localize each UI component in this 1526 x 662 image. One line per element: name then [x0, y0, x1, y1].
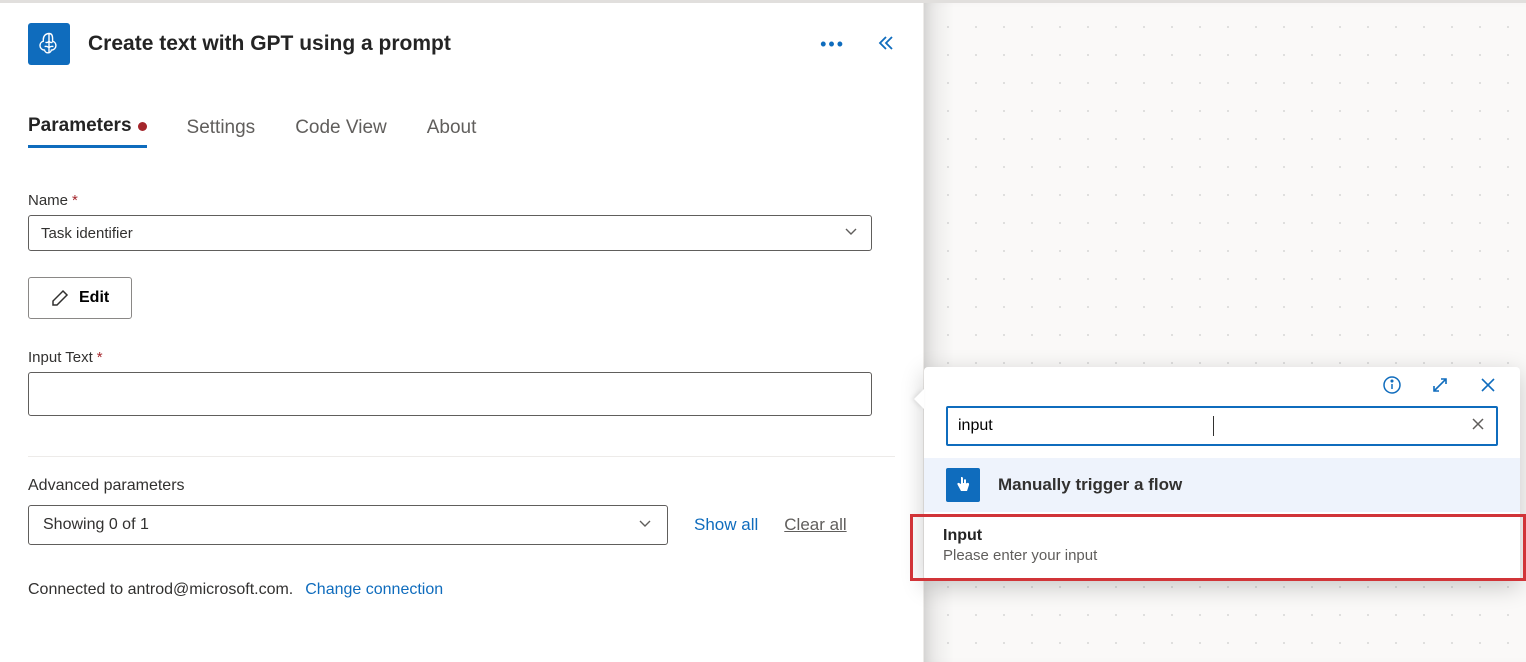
result-subtitle: Please enter your input [943, 547, 1501, 564]
show-all-link[interactable]: Show all [694, 515, 758, 535]
connection-row: Connected to antrod@microsoft.com. Chang… [28, 581, 895, 599]
close-icon[interactable] [1478, 375, 1498, 398]
collapse-icon[interactable] [875, 33, 895, 56]
search-text[interactable] [958, 417, 1215, 435]
connection-prefix: Connected to [28, 581, 128, 598]
tab-settings[interactable]: Settings [187, 115, 256, 148]
chevron-down-icon [637, 515, 653, 536]
dynamic-content-popup: Manually trigger a flow Input Please ent… [924, 367, 1520, 581]
manual-trigger-icon [946, 468, 980, 502]
flow-canvas[interactable]: Manually trigger a flow Input Please ent… [924, 3, 1526, 662]
chevron-down-icon [843, 223, 859, 243]
clear-all-link[interactable]: Clear all [784, 515, 846, 535]
name-label: Name* [28, 192, 895, 209]
divider [28, 456, 895, 457]
advanced-select-value: Showing 0 of 1 [43, 516, 149, 534]
result-input-highlighted[interactable]: Input Please enter your input [910, 514, 1526, 581]
input-text-label: Input Text* [28, 349, 895, 366]
clear-search-icon[interactable] [1470, 416, 1486, 437]
dynamic-search-input[interactable] [946, 406, 1498, 446]
pencil-icon [51, 289, 69, 307]
tabs: Parameters Settings Code View About [28, 115, 895, 148]
tab-code-view[interactable]: Code View [295, 115, 387, 148]
info-icon[interactable] [1382, 375, 1402, 398]
tab-parameters[interactable]: Parameters [28, 115, 147, 148]
change-connection-link[interactable]: Change connection [305, 581, 443, 599]
panel-title: Create text with GPT using a prompt [88, 32, 802, 56]
edit-label: Edit [79, 289, 109, 307]
result-title: Input [943, 527, 1501, 545]
connection-email: antrod@microsoft.com. [128, 581, 294, 598]
tab-about[interactable]: About [427, 115, 477, 148]
tab-label: Parameters [28, 115, 132, 137]
expand-icon[interactable] [1430, 375, 1450, 398]
name-value: Task identifier [41, 225, 133, 242]
error-dot-icon [138, 122, 147, 131]
trigger-group[interactable]: Manually trigger a flow [924, 458, 1520, 512]
trigger-label: Manually trigger a flow [998, 475, 1182, 495]
config-panel: Create text with GPT using a prompt ••• … [0, 3, 924, 662]
gpt-action-icon [28, 23, 70, 65]
advanced-select[interactable]: Showing 0 of 1 [28, 505, 668, 545]
name-select[interactable]: Task identifier [28, 215, 872, 251]
edit-button[interactable]: Edit [28, 277, 132, 319]
more-icon[interactable]: ••• [820, 34, 845, 55]
input-text-field[interactable] [28, 372, 872, 416]
advanced-parameters-heading: Advanced parameters [28, 477, 895, 495]
